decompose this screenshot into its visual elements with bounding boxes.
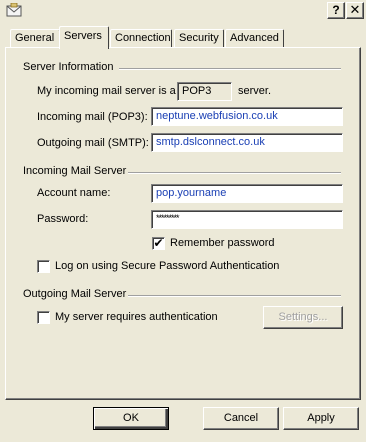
spa-checkbox[interactable] — [37, 260, 50, 273]
incoming-mail-field[interactable]: neptune.webfusion.co.uk — [151, 107, 343, 126]
tab-advanced[interactable]: Advanced — [225, 29, 284, 48]
remember-password-checkbox[interactable]: ✔ — [152, 237, 165, 250]
outgoing-mail-field[interactable]: smtp.dslconnect.co.uk — [151, 133, 343, 152]
group-divider — [128, 172, 341, 174]
server-type-prefix: My incoming mail server is a — [37, 85, 176, 97]
help-button[interactable]: ? — [327, 2, 345, 19]
password-label: Password: — [37, 213, 89, 225]
outgoing-server-heading: Outgoing Mail Server — [23, 288, 127, 300]
spa-label[interactable]: Log on using Secure Password Authenticat… — [55, 260, 279, 272]
apply-button[interactable]: Apply — [283, 407, 359, 430]
ok-button[interactable]: OK — [93, 407, 169, 430]
servers-panel: Server Information My incoming mail serv… — [5, 47, 361, 400]
cancel-button[interactable]: Cancel — [203, 407, 279, 430]
outgoing-mail-label: Outgoing mail (SMTP): — [37, 137, 149, 149]
mail-icon — [6, 3, 22, 17]
tab-general[interactable]: General — [10, 29, 60, 48]
group-divider — [119, 68, 341, 70]
account-name-label: Account name: — [37, 187, 111, 199]
title-bar: ? ✕ — [0, 0, 366, 22]
close-button[interactable]: ✕ — [346, 2, 364, 19]
group-divider — [128, 295, 341, 297]
server-type-suffix: server. — [238, 85, 272, 97]
password-field[interactable]: ********* — [151, 210, 343, 229]
account-name-field[interactable]: pop.yourname — [151, 184, 343, 203]
server-type-value: POP3 — [177, 82, 232, 101]
tab-connection[interactable]: Connection — [110, 29, 172, 48]
tab-servers[interactable]: Servers — [59, 26, 109, 49]
incoming-mail-label: Incoming mail (POP3): — [37, 111, 148, 123]
tab-strip: General Servers Connection Security Adva… — [0, 24, 366, 49]
server-info-heading: Server Information — [23, 61, 114, 73]
settings-button[interactable]: Settings... — [263, 306, 343, 329]
auth-checkbox[interactable] — [37, 311, 50, 324]
remember-password-label[interactable]: Remember password — [170, 237, 275, 249]
tab-security[interactable]: Security — [174, 29, 224, 48]
incoming-server-heading: Incoming Mail Server — [23, 165, 127, 177]
auth-label[interactable]: My server requires authentication — [55, 311, 218, 323]
